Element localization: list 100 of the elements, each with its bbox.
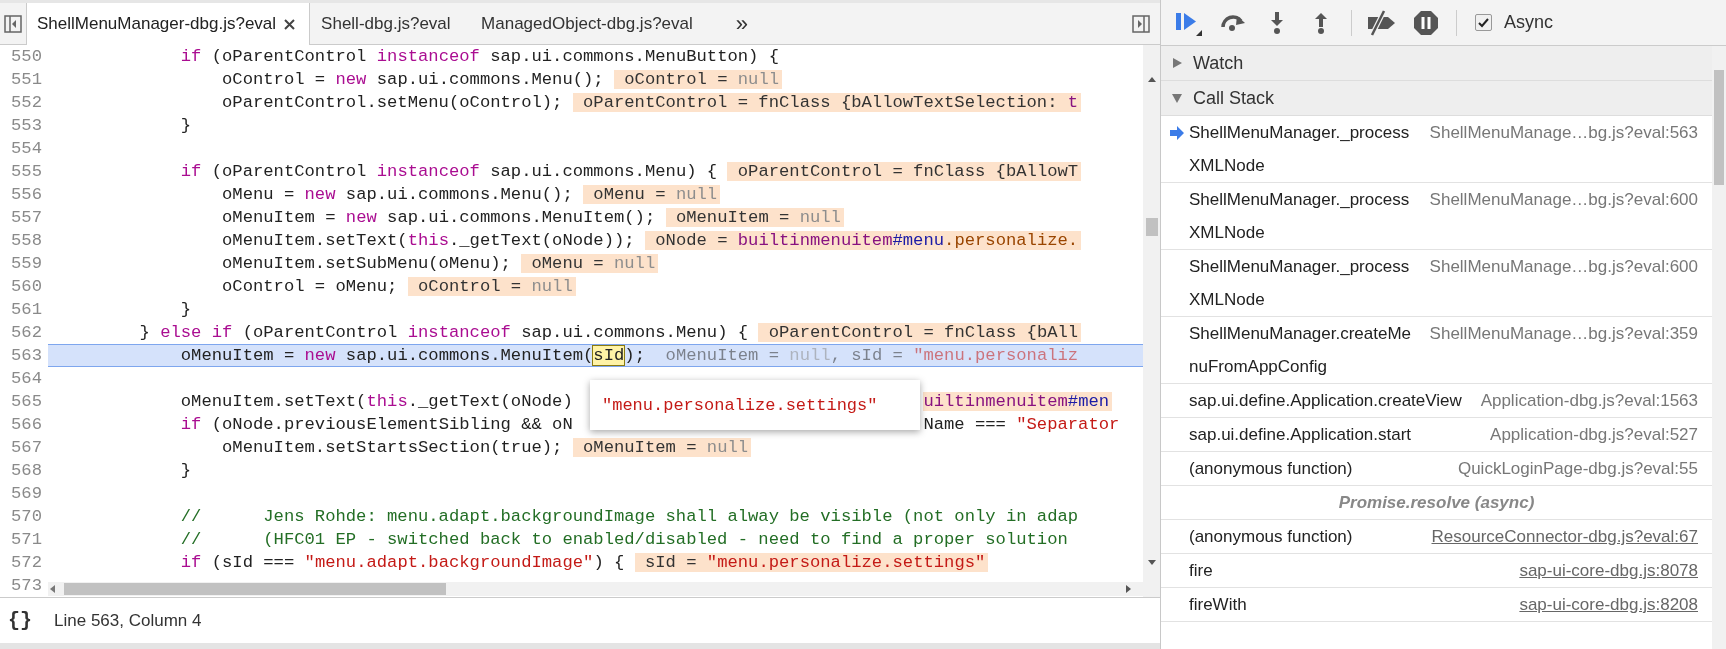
call-frame[interactable]: sap.ui.define.Application.start Application-dbg.js?eval:527 <box>1161 418 1712 452</box>
inline-value: uiltinmenuitem#men <box>923 392 1113 411</box>
section-title: Watch <box>1193 52 1244 74</box>
code-line: } <box>179 461 192 480</box>
function-name: fire <box>1189 560 1214 582</box>
code-line: } <box>179 116 192 135</box>
call-frame[interactable]: fire sap-ui-core-dbg.js:8078 <box>1161 554 1712 588</box>
code-line: oMenuItem.setSubMenu(oMenu); <box>221 254 512 273</box>
function-name: ShellMenuManager._processXMLNode <box>1189 256 1411 311</box>
section-header[interactable]: Watch <box>1161 46 1712 81</box>
vertical-scrollbar[interactable] <box>1143 45 1160 597</box>
line-number: 573 <box>10 575 43 597</box>
line-number: 553 <box>10 115 43 137</box>
inline-value: oMenu = null <box>583 185 721 204</box>
code-line: if (sId === "menu.adapt.backgroundImage") { <box>179 553 626 572</box>
source-location: Application-dbg.js?eval:1563 <box>1480 390 1698 412</box>
inline-value: oMenuItem = null <box>572 438 752 457</box>
code-line: oMenuItem.setText(this._getText(oNode)); <box>221 231 636 250</box>
async-checkbox[interactable] <box>1475 14 1492 31</box>
code-line: oMenu = new sap.ui.commons.Menu(); <box>221 185 574 204</box>
step-into-icon <box>1269 10 1285 35</box>
line-number: 568 <box>10 460 43 482</box>
navigator-toggle-icon[interactable] <box>4 14 22 33</box>
function-name: ShellMenuManager._processXMLNode <box>1189 122 1411 177</box>
scroll-up-icon[interactable] <box>1146 75 1157 83</box>
function-name: fireWith <box>1189 594 1248 616</box>
line-number: 565 <box>10 391 43 413</box>
sidebar-toggle-icon[interactable] <box>1132 14 1150 33</box>
code-line: } <box>179 300 192 319</box>
code-line: oControl = oMenu; <box>221 277 399 296</box>
inline-value: oMenuItem = null, sId = "menu.personaliz <box>664 346 1080 365</box>
file-tab[interactable]: ShellMenuManager-dbg.js?eval <box>26 3 311 45</box>
cursor-position: Line 563, Column 4 <box>54 610 202 631</box>
line-number: 570 <box>10 506 43 528</box>
scrollbar-thumb[interactable] <box>64 583 446 595</box>
call-frame[interactable]: (anonymous function) QuickLoginPage-dbg.js?eval:55 <box>1161 452 1712 486</box>
source-location: ShellMenuManage…bg.js?eval:563 <box>1429 122 1698 144</box>
call-frame[interactable]: ShellMenuManager._processXMLNode ShellMenuManage…bg.js?eval:563 <box>1161 116 1712 183</box>
inline-value: oMenuItem = null <box>665 208 844 227</box>
inline-value: oMenu = null <box>521 254 659 273</box>
source-location: Application-dbg.js?eval:527 <box>1490 424 1698 446</box>
vertical-scrollbar[interactable] <box>1712 46 1726 649</box>
arrow-icon <box>1169 125 1185 140</box>
scroll-down-icon[interactable] <box>1146 559 1157 567</box>
inline-value: oControl = null <box>614 70 783 89</box>
inline-value: oParentControl = fnClass {bAll <box>758 323 1082 342</box>
code-line: oMenuItem = new sap.ui.commons.MenuItem(sId); <box>179 346 646 365</box>
async-label: Async <box>1504 12 1554 33</box>
line-number: 558 <box>10 230 43 252</box>
close-icon[interactable] <box>284 18 296 30</box>
source-link[interactable]: ResourceConnector-dbg.js?eval:67 <box>1431 520 1698 553</box>
source-location: ShellMenuManage…bg.js?eval:359 <box>1429 323 1698 345</box>
line-number: 563 <box>10 345 43 367</box>
inline-value: sId = "menu.personalize.settings" <box>634 553 989 572</box>
line-number: 559 <box>10 253 43 275</box>
horizontal-scrollbar[interactable] <box>48 582 1143 596</box>
scroll-right-icon[interactable] <box>1125 584 1133 594</box>
function-name: (anonymous function) <box>1189 458 1354 480</box>
more-tabs-chevron[interactable]: » <box>707 3 777 44</box>
code-line: if (oNode.previousElementSibling && oN <box>179 415 573 434</box>
inline-value: oParentControl = fnClass {bAllowT <box>727 162 1082 181</box>
section-header[interactable]: Call Stack <box>1161 81 1712 116</box>
source-link[interactable]: sap-ui-core-dbg.js:8078 <box>1519 554 1698 587</box>
call-frame[interactable]: (anonymous function) ResourceConnector-dbg.js?eval:67 <box>1161 520 1712 554</box>
code-line: if (oParentControl instanceof sap.ui.commons.MenuButton) { <box>179 47 780 66</box>
call-frame[interactable]: fireWith sap-ui-core-dbg.js:8208 <box>1161 588 1712 622</box>
code-line: // Jens Rohde: menu.adapt.backgroundImage shall alway be visible (not only in adap <box>179 507 1079 526</box>
scroll-left-icon[interactable] <box>48 584 56 594</box>
line-number: 550 <box>10 46 43 68</box>
line-number: 555 <box>10 161 43 183</box>
function-name: ShellMenuManager._processXMLNode <box>1189 189 1411 244</box>
code-line: oControl = new sap.ui.commons.Menu(); <box>221 70 605 89</box>
code-line: oParentControl.setMenu(oControl); <box>221 93 564 112</box>
scrollbar-thumb[interactable] <box>1145 218 1158 236</box>
line-number: 561 <box>10 299 43 321</box>
code-line: // (HFC01 EP - switched back to enabled/disabled - need to find a proper solution <box>179 530 1068 549</box>
code-line: if (oParentControl instanceof sap.ui.commons.Menu) { <box>179 162 719 181</box>
octagon-pause-icon <box>1413 9 1439 36</box>
code-line: Name === "Separator <box>923 415 1120 434</box>
line-number: 551 <box>10 69 43 91</box>
file-tab[interactable]: ManagedObject-dbg.js?eval <box>470 3 708 45</box>
pretty-print-button[interactable]: {} <box>8 609 32 632</box>
line-number: 569 <box>10 483 43 505</box>
line-number: 567 <box>10 437 43 459</box>
code-line: oMenuItem.setStartsSection(true); <box>221 438 564 457</box>
source-location: ShellMenuManage…bg.js?eval:600 <box>1429 189 1698 211</box>
line-number: 571 <box>10 529 43 551</box>
inline-value: oControl = null <box>407 277 576 296</box>
function-name: (anonymous function) <box>1189 526 1354 548</box>
step-out-icon <box>1313 10 1329 35</box>
call-frame[interactable]: sap.ui.define.Application.createView Application-dbg.js?eval:1563 <box>1161 384 1712 418</box>
source-location: QuickLoginPage-dbg.js?eval:55 <box>1457 458 1698 480</box>
value-popover: "menu.personalize.settings" <box>590 380 920 430</box>
line-number: 556 <box>10 184 43 206</box>
file-tab[interactable]: Shell-dbg.js?eval <box>310 3 471 45</box>
line-number: 552 <box>10 92 43 114</box>
inline-value: oParentControl = fnClass {bAllowTextSelection: t <box>572 93 1082 112</box>
line-number: 566 <box>10 414 43 436</box>
source-link[interactable]: sap-ui-core-dbg.js:8208 <box>1519 588 1698 621</box>
scrollbar-thumb[interactable] <box>1714 70 1724 185</box>
